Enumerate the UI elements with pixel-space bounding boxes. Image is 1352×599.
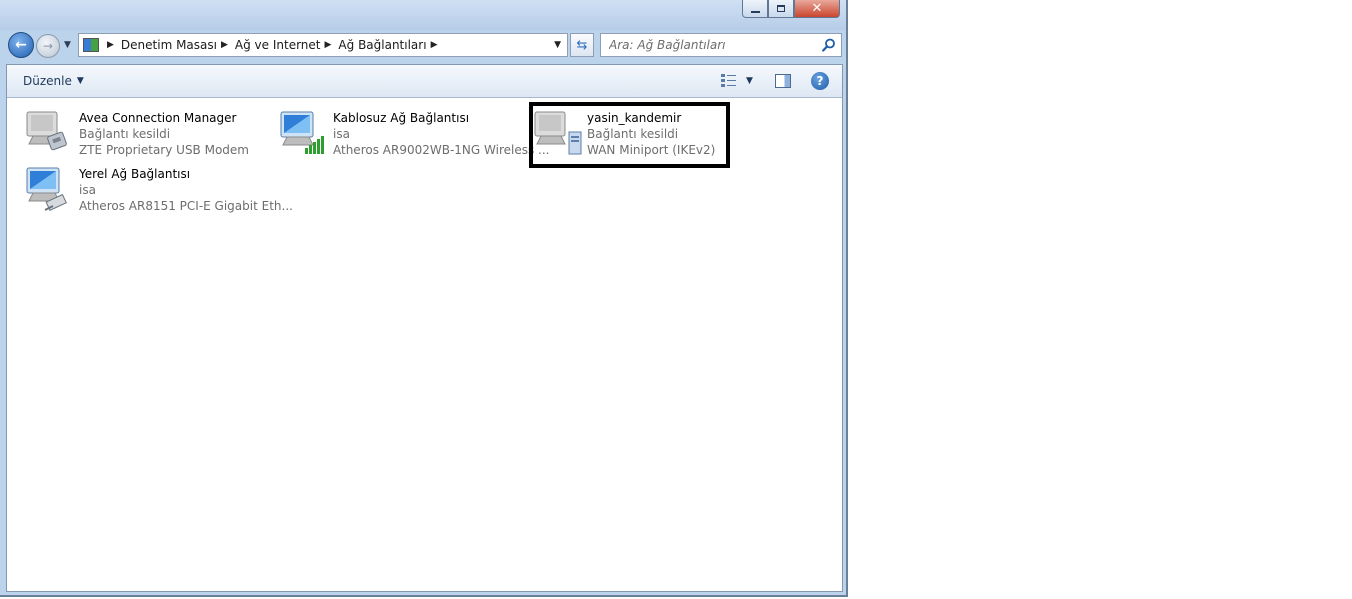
maximize-icon <box>777 5 785 12</box>
preview-pane-button[interactable] <box>775 74 791 88</box>
chevron-down-icon: ▼ <box>64 40 71 50</box>
control-panel-icon <box>83 38 99 52</box>
maximize-button[interactable] <box>768 0 794 18</box>
search-icon[interactable] <box>822 38 836 52</box>
breadcrumb-label: Ağ Bağlantıları <box>338 38 427 52</box>
refresh-button[interactable]: ⇆ <box>570 33 594 57</box>
forward-button[interactable]: → <box>36 34 60 58</box>
chevron-down-icon: ▼ <box>554 40 561 50</box>
search-input[interactable] <box>601 34 819 56</box>
connection-device: WAN Miniport (IKEv2) <box>587 143 716 157</box>
address-dropdown-button[interactable]: ▼ <box>554 40 561 50</box>
connection-name: Avea Connection Manager <box>79 111 237 125</box>
breadcrumb-chevron[interactable]: ▶ <box>431 40 438 50</box>
connection-name: Kablosuz Ağ Bağlantısı <box>333 111 470 125</box>
breadcrumb-label: Denetim Masası <box>120 38 217 52</box>
breadcrumb-chevron[interactable]: ▶ <box>325 40 332 50</box>
connection-status: Bağlantı kesildi <box>79 127 171 141</box>
breadcrumb-item[interactable]: Ağ Bağlantıları <box>338 38 426 52</box>
connection-item-avea[interactable]: Avea Connection Manager Bağlantı kesildi… <box>25 108 265 158</box>
organize-button[interactable]: Düzenle ▼ <box>23 74 84 88</box>
vpn-connection-icon <box>534 111 582 155</box>
breadcrumb-root-chevron[interactable]: ▶ <box>107 40 114 50</box>
connection-name: Yerel Ağ Bağlantısı <box>79 167 191 181</box>
chevron-down-icon: ▼ <box>746 75 753 86</box>
connection-item-wireless[interactable]: Kablosuz Ağ Bağlantısı isa Atheros AR900… <box>279 108 549 158</box>
navigation-bar: ← → ▼ ▶ Denetim Masası ▶ Ağ ve Internet … <box>6 32 842 60</box>
connections-list: Avea Connection Manager Bağlantı kesildi… <box>7 98 842 591</box>
content-pane: Düzenle ▼ ▼ ? Avea Connection Manager Ba… <box>6 64 843 592</box>
connection-status: isa <box>333 127 350 141</box>
connection-status: Bağlantı kesildi <box>587 127 679 141</box>
minimize-button[interactable] <box>742 0 768 18</box>
breadcrumb-item[interactable]: Denetim Masası <box>121 38 217 52</box>
connection-name: yasin_kandemir <box>587 111 682 125</box>
breadcrumb-chevron[interactable]: ▶ <box>221 40 228 50</box>
connection-device: Atheros AR9002WB-1NG Wireless ... <box>333 143 550 157</box>
command-bar: Düzenle ▼ ▼ ? <box>7 65 842 98</box>
search-box[interactable] <box>600 33 842 57</box>
view-options-icon <box>721 74 736 87</box>
chevron-down-icon: ▼ <box>76 76 84 86</box>
change-view-button[interactable]: ▼ <box>720 73 753 88</box>
ethernet-connection-icon <box>26 167 67 211</box>
address-bar[interactable]: ▶ Denetim Masası ▶ Ağ ve Internet ▶ Ağ B… <box>78 33 568 57</box>
help-button[interactable]: ? <box>811 72 829 90</box>
modem-connection-icon <box>26 111 67 151</box>
refresh-icon: ⇆ <box>576 37 588 53</box>
wireless-connection-icon <box>280 111 324 154</box>
arrow-right-icon: → <box>42 39 54 53</box>
desktop-blank-area <box>848 0 1352 599</box>
connection-status: isa <box>79 183 96 197</box>
caption-buttons: ✕ <box>742 0 840 18</box>
close-icon: ✕ <box>811 1 823 16</box>
organize-label: Düzenle <box>23 74 72 88</box>
minimize-icon <box>750 10 760 13</box>
help-icon: ? <box>816 74 824 88</box>
close-button[interactable]: ✕ <box>794 0 840 18</box>
arrow-left-icon: ← <box>15 37 27 53</box>
title-bar: ✕ <box>0 0 846 30</box>
breadcrumb-item[interactable]: Ağ ve Internet <box>235 38 321 52</box>
connection-device: ZTE Proprietary USB Modem <box>79 143 249 157</box>
connection-item-vpn[interactable]: yasin_kandemir Bağlantı kesildi WAN Mini… <box>529 102 730 168</box>
back-button[interactable]: ← <box>8 32 34 58</box>
connection-item-ethernet[interactable]: Yerel Ağ Bağlantısı isa Atheros AR8151 P… <box>25 164 293 214</box>
explorer-window: ✕ ← → ▼ ▶ Denetim Masası ▶ Ağ ve Interne… <box>0 0 848 597</box>
connection-device: Atheros AR8151 PCI-E Gigabit Eth... <box>79 199 293 213</box>
breadcrumb-label: Ağ ve Internet <box>234 38 321 52</box>
recent-pages-button[interactable]: ▼ <box>64 40 71 50</box>
